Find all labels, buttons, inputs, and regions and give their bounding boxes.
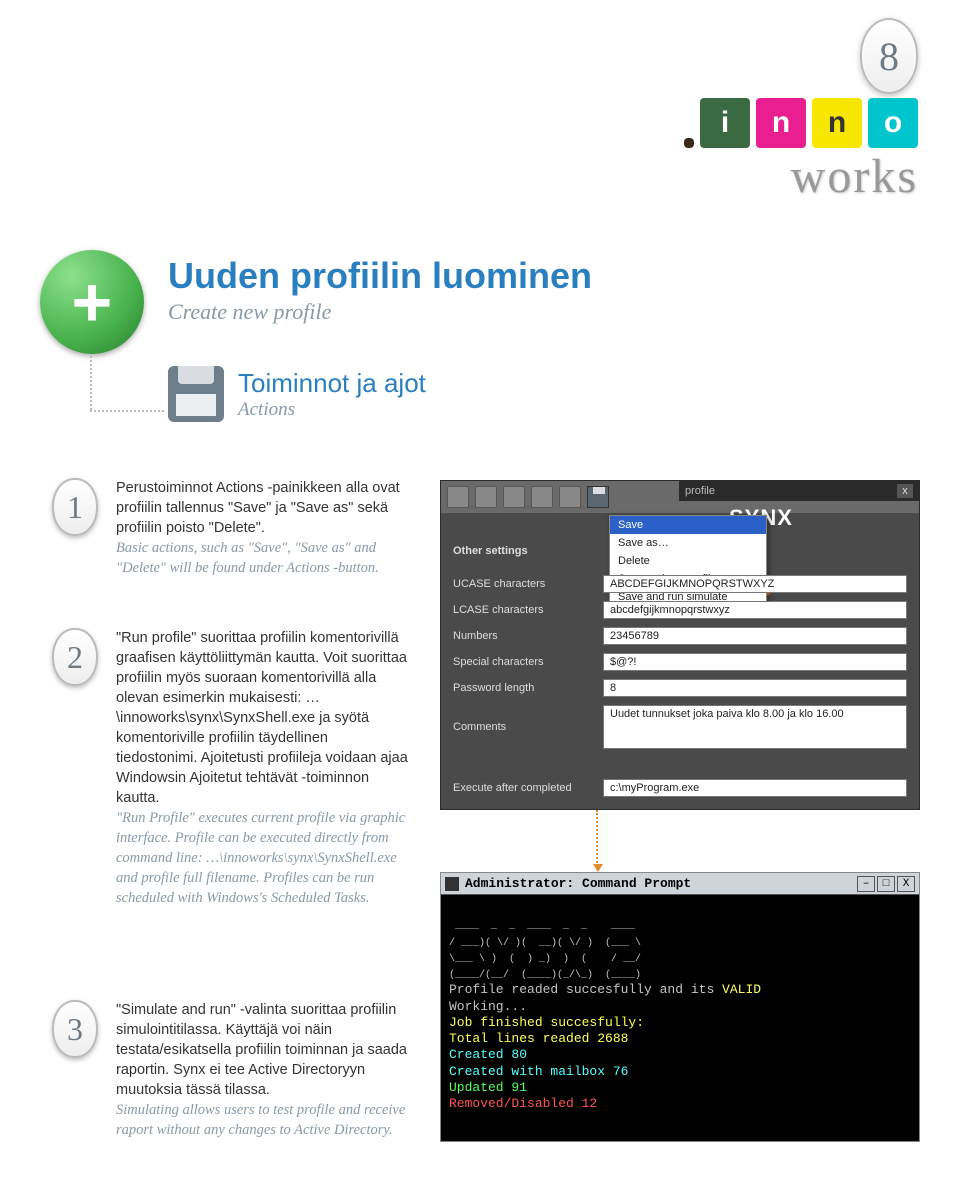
heading-fi: Uuden profiilin luominen (168, 255, 592, 297)
cmd-maximize-button[interactable]: □ (877, 876, 895, 892)
step-badge-1: 1 (52, 478, 98, 536)
label-pwlen: Password length (453, 682, 603, 694)
toolbar-button-1[interactable] (447, 486, 469, 508)
step-3-fi: "Simulate and run" -valinta suorittaa pr… (116, 1002, 407, 1098)
cmd-ascii-2: / ___)( \/ )( __)( \/ ) (___ \ (449, 938, 641, 949)
heading-en: Create new profile (168, 299, 592, 325)
command-prompt-screenshot: Administrator: Command Prompt – □ X ____… (440, 872, 920, 1142)
step-num-1: 1 (67, 489, 83, 526)
step-1: 1 Perustoiminnot Actions -painikkeen all… (52, 478, 412, 578)
label-special: Special characters (453, 656, 603, 668)
cmd-line-1b: VALID (722, 982, 761, 997)
logo-word: works (618, 149, 918, 204)
cmd-title: Administrator: Command Prompt (465, 876, 691, 891)
field-lcase: LCASE characters abcdefgijkmnopqrstwxyz (453, 601, 907, 619)
cmd-line-7: Updated 91 (449, 1080, 527, 1095)
step-3-text: "Simulate and run" -valinta suorittaa pr… (116, 1000, 412, 1140)
label-lcase: LCASE characters (453, 604, 603, 616)
step-2-en: "Run Profile" executes current profile v… (116, 810, 405, 906)
main-headings: Uuden profiilin luominen Create new prof… (168, 255, 592, 325)
page-number: 8 (879, 33, 899, 80)
toolbar-button-2[interactable] (475, 486, 497, 508)
field-comments: Comments Uudet tunnukset joka paiva klo … (453, 705, 907, 749)
close-button[interactable]: x (897, 484, 913, 498)
step-num-2: 2 (67, 639, 83, 676)
cmd-line-5: Created 80 (449, 1047, 527, 1062)
logo-blocks: i n n o (684, 98, 918, 148)
dotted-arrow-down-icon (596, 810, 598, 870)
step-3: 3 "Simulate and run" -valinta suorittaa … (52, 1000, 412, 1140)
value-lcase[interactable]: abcdefgijkmnopqrstwxyz (603, 601, 907, 619)
cmd-titlebar: Administrator: Command Prompt – □ X (441, 873, 919, 895)
field-ucase: UCASE characters ABCDEFGIJKMNOPQRSTWXYZ (453, 575, 907, 593)
step-2-fi: "Run profile" suorittaa profiilin koment… (116, 630, 408, 806)
value-pwlen[interactable]: 8 (603, 679, 907, 697)
step-1-text: Perustoiminnot Actions -painikkeen alla … (116, 478, 412, 578)
logo-letter-i: i (700, 98, 750, 148)
cmd-window-icon (445, 877, 459, 891)
step-badge-3: 3 (52, 1000, 98, 1058)
value-comments[interactable]: Uudet tunnukset joka paiva klo 8.00 ja k… (603, 705, 907, 749)
step-1-fi: Perustoiminnot Actions -painikkeen alla … (116, 480, 400, 536)
label-ucase: UCASE characters (453, 578, 603, 590)
step-num-3: 3 (67, 1011, 83, 1048)
cmd-ascii-3: \___ \ ) ( ) _) ) ( / __/ (449, 954, 641, 965)
connector-vertical (90, 356, 92, 410)
cmd-terminal-output: ____ _ _ ____ _ _ ____ / ___)( \/ )( __)… (441, 895, 919, 1135)
cmd-ascii-4: (____/(__/ (____)(_/\_) (____) (449, 970, 641, 981)
add-plus-icon: + (40, 250, 144, 354)
label-exec: Execute after completed (453, 782, 603, 794)
connector-horizontal (90, 410, 164, 412)
step-3-en: Simulating allows users to test profile … (116, 1102, 405, 1138)
logo-dot-icon (684, 138, 694, 148)
dropdown-item-save-as[interactable]: Save as… (610, 534, 766, 552)
subheading-fi: Toiminnot ja ajot (238, 368, 426, 399)
logo-letter-n1: n (756, 98, 806, 148)
logo-letter-n2: n (812, 98, 862, 148)
profile-window-label: profile (685, 485, 715, 497)
value-numbers[interactable]: 23456789 (603, 627, 907, 645)
cmd-minimize-button[interactable]: – (857, 876, 875, 892)
field-pwlen: Password length 8 (453, 679, 907, 697)
cmd-window-buttons: – □ X (857, 876, 915, 892)
section-other-settings: Other settings (453, 545, 528, 557)
step-2-text: "Run profile" suorittaa profiilin koment… (116, 628, 412, 908)
toolbar-button-4[interactable] (531, 486, 553, 508)
field-numbers: Numbers 23456789 (453, 627, 907, 645)
sub-heading-row: Toiminnot ja ajot Actions (168, 366, 426, 422)
cmd-ascii-1: ____ _ _ ____ _ _ ____ (449, 921, 635, 932)
dropdown-item-save[interactable]: Save (610, 516, 766, 534)
profile-ui-screenshot: profile x SYNX 1 2 3 Save Save as… Delet… (440, 480, 920, 810)
profile-fields: UCASE characters ABCDEFGIJKMNOPQRSTWXYZ … (453, 575, 907, 757)
toolbar-button-5[interactable] (559, 486, 581, 508)
field-exec: Execute after completed c:\myProgram.exe (453, 779, 907, 797)
cmd-line-8: Removed/Disabled 12 (449, 1096, 597, 1111)
cmd-close-button[interactable]: X (897, 876, 915, 892)
label-numbers: Numbers (453, 630, 603, 642)
step-2: 2 "Run profile" suorittaa profiilin kome… (52, 628, 412, 908)
dropdown-item-delete[interactable]: Delete (610, 552, 766, 570)
page-number-badge: 8 (860, 18, 918, 94)
toolbar-save-icon[interactable] (587, 486, 609, 508)
floppy-disk-icon (168, 366, 224, 422)
toolbar-button-3[interactable] (503, 486, 525, 508)
field-special: Special characters $@?! (453, 653, 907, 671)
profile-titlebar: profile x (679, 481, 919, 501)
sub-headings: Toiminnot ja ajot Actions (238, 368, 426, 421)
cmd-line-4: Total lines readed 2688 (449, 1031, 628, 1046)
value-exec[interactable]: c:\myProgram.exe (603, 779, 907, 797)
step-badge-2: 2 (52, 628, 98, 686)
step-1-en: Basic actions, such as "Save", "Save as"… (116, 540, 379, 576)
subheading-en: Actions (238, 399, 426, 421)
value-special[interactable]: $@?! (603, 653, 907, 671)
value-ucase[interactable]: ABCDEFGIJKMNOPQRSTWXYZ (603, 575, 907, 593)
innoworks-logo: i n n o works (618, 98, 918, 204)
cmd-line-2: Working... (449, 999, 527, 1014)
cmd-line-3: Job finished succesfully: (449, 1015, 644, 1030)
logo-letter-o: o (868, 98, 918, 148)
cmd-line-6: Created with mailbox 76 (449, 1064, 628, 1079)
label-comments: Comments (453, 721, 603, 733)
cmd-line-1a: Profile readed succesfully and its (449, 982, 722, 997)
